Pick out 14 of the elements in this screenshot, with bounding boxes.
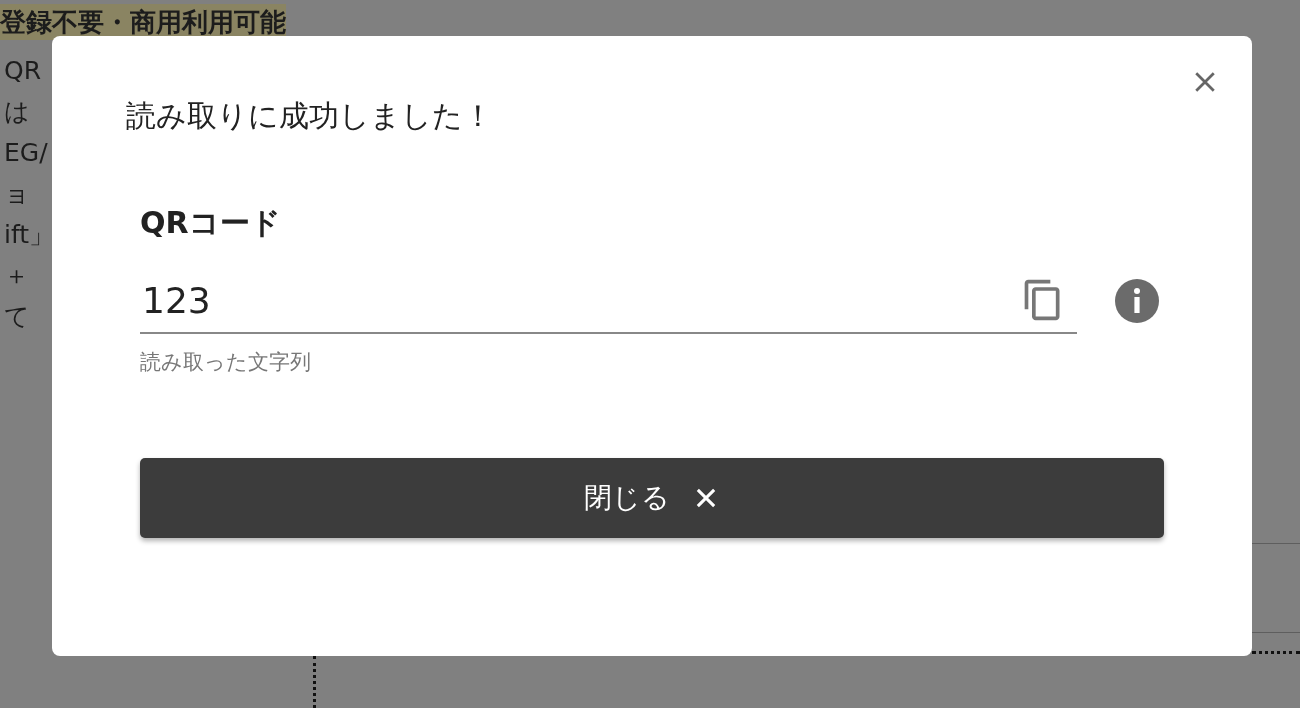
info-icon[interactable] <box>1113 277 1161 325</box>
body-text: QR <box>4 55 42 87</box>
close-button[interactable]: 閉じる <box>140 458 1164 538</box>
input-field[interactable]: 123 <box>140 279 1021 321</box>
body-text: ＋ <box>4 260 29 292</box>
dialog-title: 読み取りに成功しました！ <box>126 97 494 135</box>
field-label: QRコード <box>140 204 282 242</box>
section-heading: 登録不要・商用利用可能 <box>0 4 286 40</box>
body-text: ョ <box>4 178 30 210</box>
body-text: て <box>4 301 30 333</box>
field-hint: 読み取った文字列 <box>140 349 312 376</box>
body-text: は <box>4 96 30 128</box>
body-text: ift」 <box>4 219 55 251</box>
body-text: EG/ <box>4 137 48 169</box>
